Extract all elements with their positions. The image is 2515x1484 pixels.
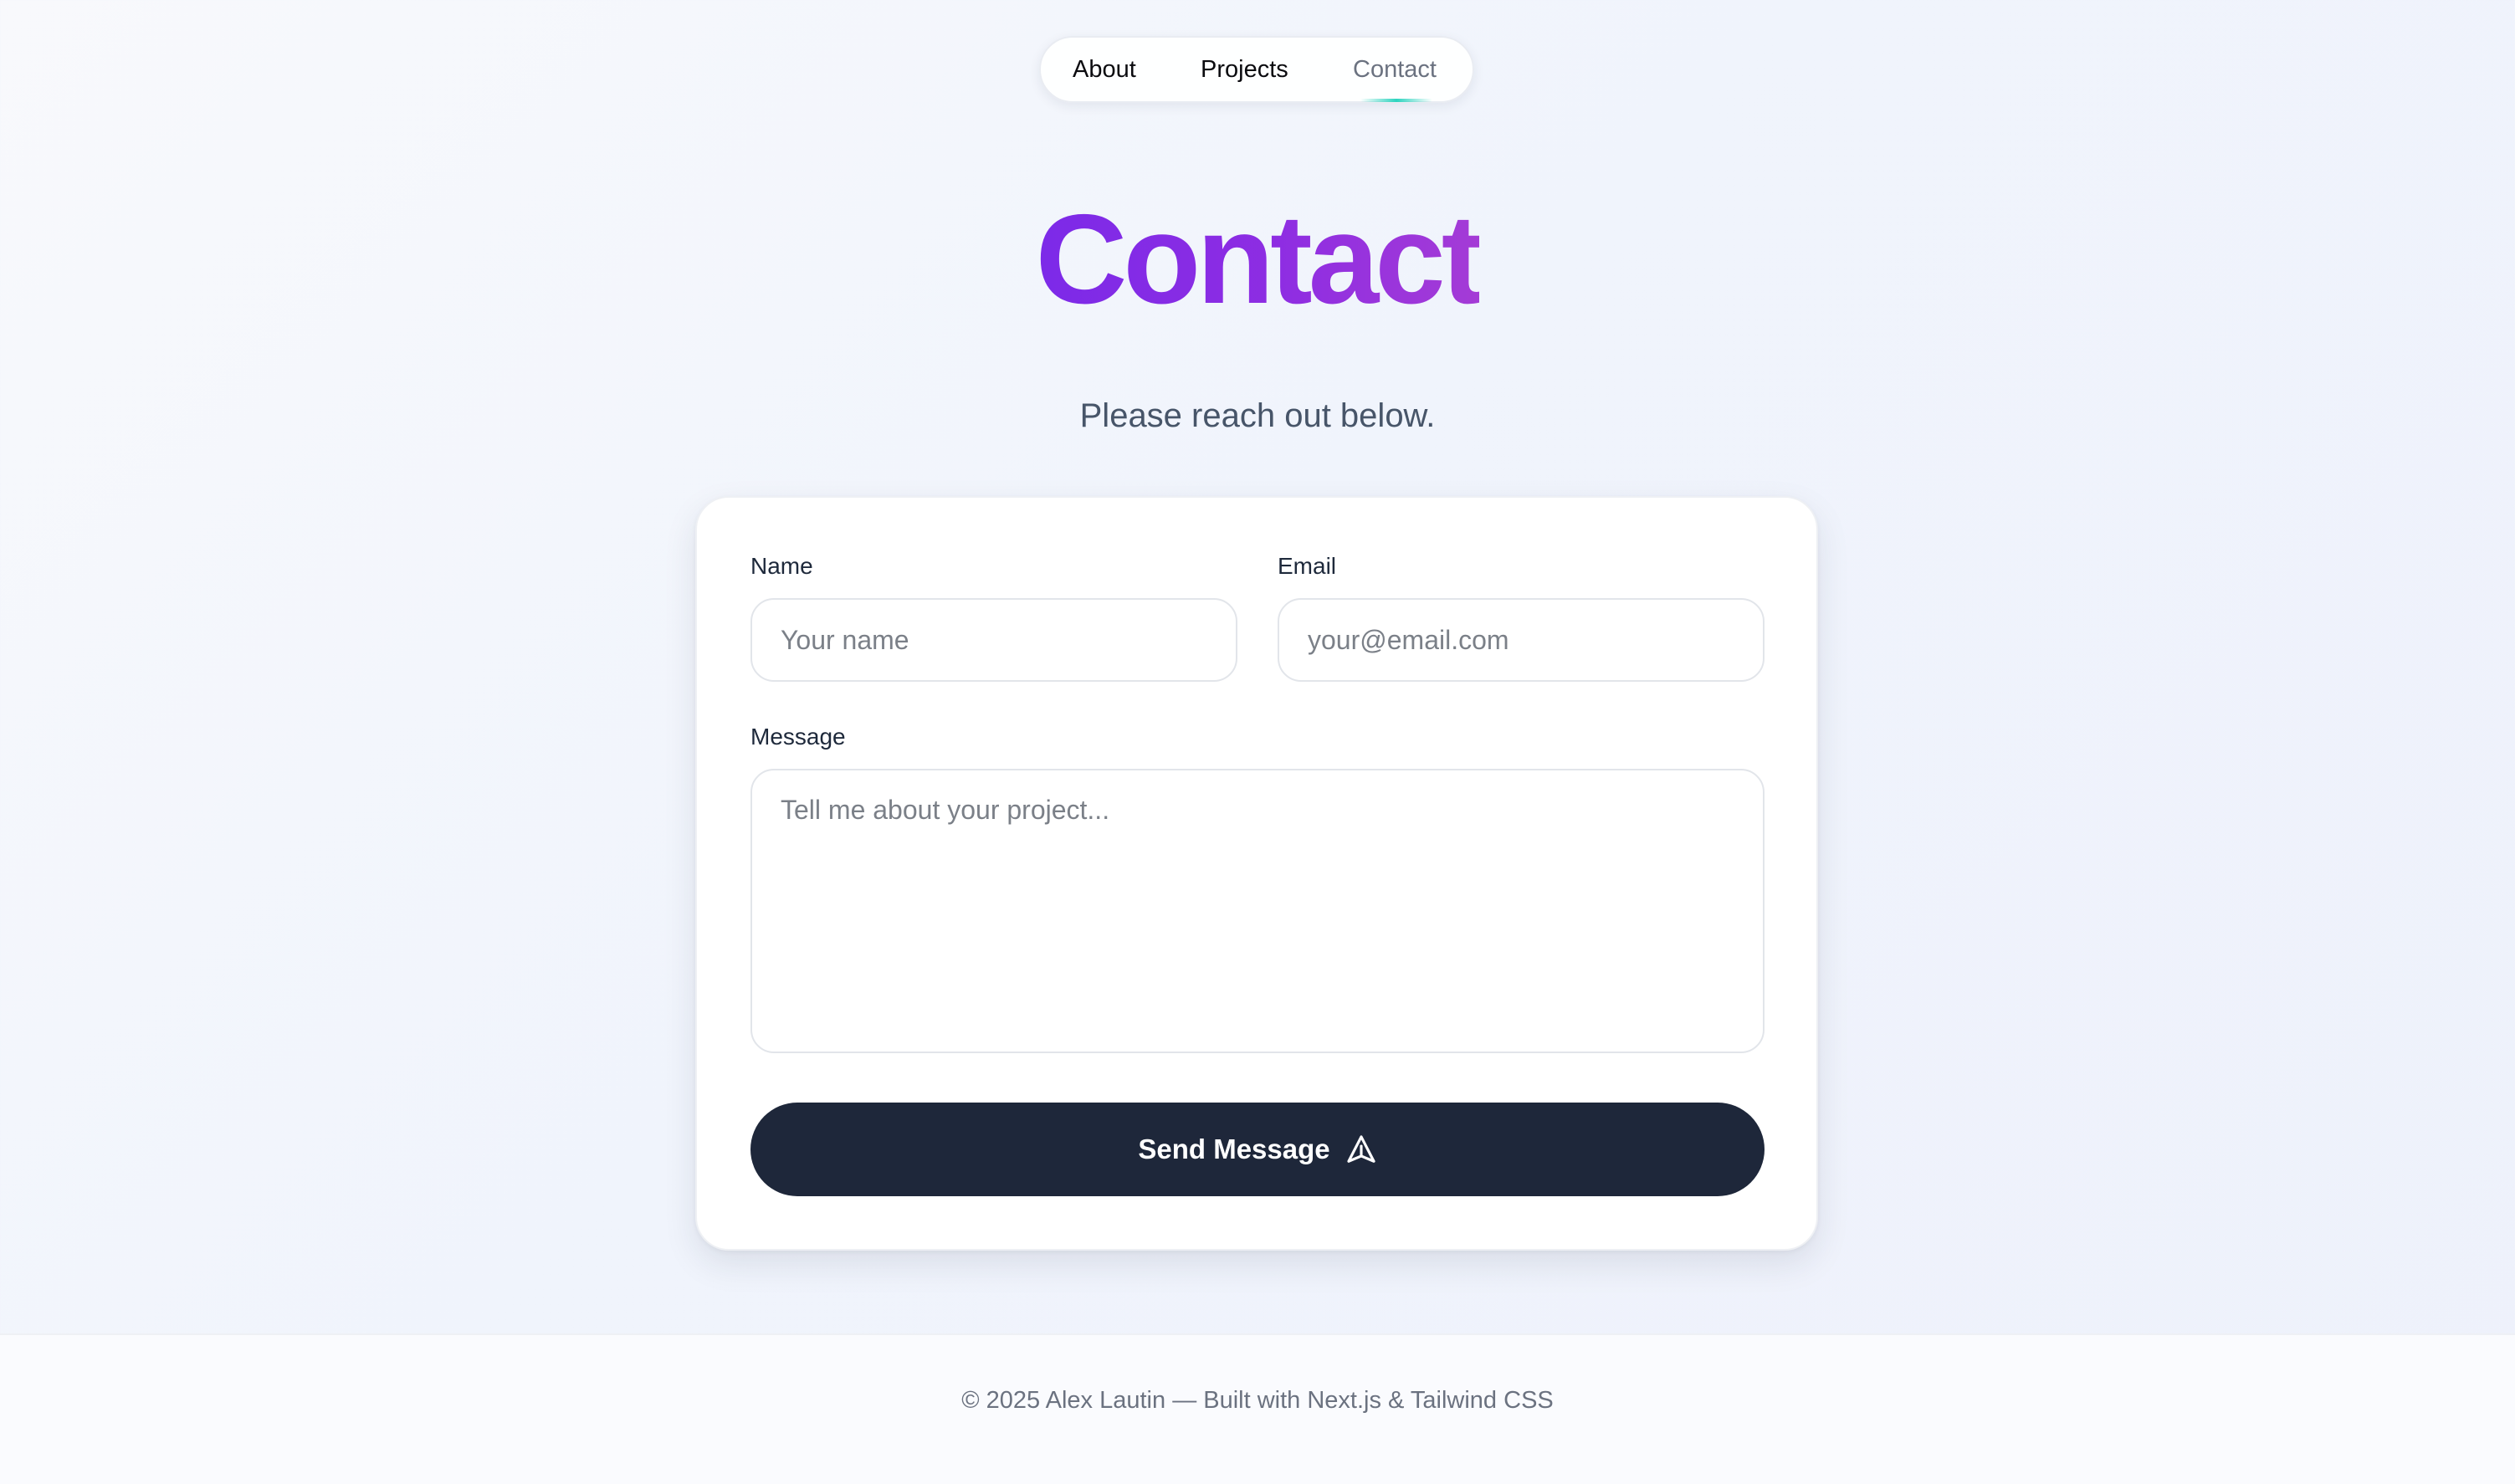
message-label: Message [750, 724, 846, 750]
top-nav: About Projects Contact [1039, 36, 1474, 103]
nav-link-about[interactable]: About [1073, 38, 1136, 101]
name-label: Name [750, 553, 813, 579]
nav-link-projects[interactable]: Projects [1201, 38, 1288, 101]
email-input[interactable] [1278, 598, 1765, 682]
name-input[interactable] [750, 598, 1237, 682]
email-label: Email [1278, 553, 1337, 579]
send-message-label: Send Message [1138, 1133, 1330, 1164]
nav-link-contact[interactable]: Contact [1353, 38, 1437, 101]
footer-copyright: © 2025 Alex Lautin — Built with Next.js … [961, 1387, 1554, 1414]
send-message-button[interactable]: Send Message [750, 1103, 1765, 1196]
page-title-text: Contact [1035, 188, 1484, 330]
message-textarea[interactable] [750, 769, 1765, 1053]
contact-form-card: Name Email Message Send Message [695, 496, 1818, 1251]
page-subtitle: Please reach out below. [1079, 397, 1436, 434]
nav-active-indicator [1360, 99, 1432, 102]
send-icon [1345, 1133, 1377, 1165]
footer: © 2025 Alex Lautin — Built with Next.js … [0, 1333, 2515, 1484]
page-title: Contact [0, 184, 2515, 335]
